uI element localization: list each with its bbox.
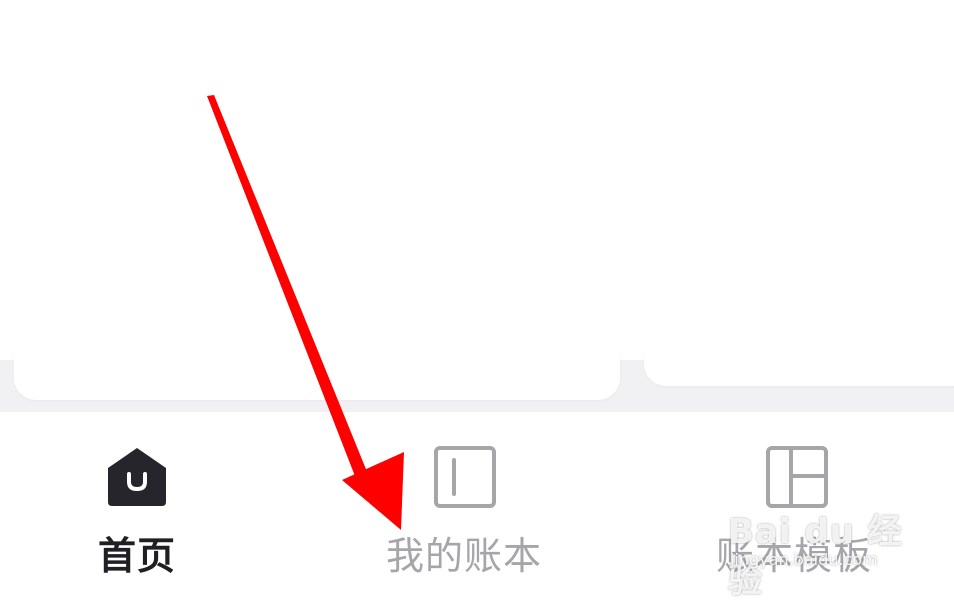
content-card-right[interactable] bbox=[644, 348, 954, 386]
template-icon bbox=[766, 446, 828, 508]
tab-book-templates[interactable]: 账本模板 bbox=[690, 412, 930, 592]
tab-home-label: 首页 bbox=[98, 534, 177, 578]
tab-home[interactable]: 首页 bbox=[60, 412, 220, 592]
tab-book-templates-label: 账本模板 bbox=[716, 534, 873, 578]
content-card-left[interactable] bbox=[14, 348, 620, 400]
home-icon bbox=[108, 448, 166, 506]
book-icon bbox=[434, 446, 496, 508]
tab-my-books[interactable]: 我的账本 bbox=[360, 412, 580, 592]
tab-my-books-label: 我的账本 bbox=[386, 534, 543, 578]
bottom-tab-bar: 首页 我的账本 账本模板 bbox=[0, 412, 954, 592]
